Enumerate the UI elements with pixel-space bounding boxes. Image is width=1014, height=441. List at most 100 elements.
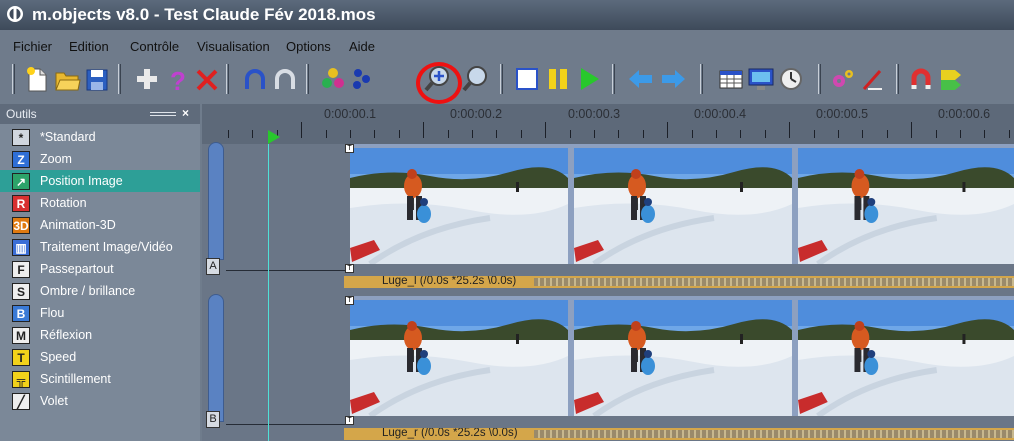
toolbar-grip[interactable]: [818, 64, 821, 94]
ruler-tick: [814, 130, 815, 138]
tool-item[interactable]: B Flou: [0, 302, 200, 324]
menu-aide[interactable]: Aide: [349, 39, 375, 54]
ruler-tick: [326, 130, 327, 138]
tool-item[interactable]: ▥ Traitement Image/Vidéo: [0, 236, 200, 258]
tool-icon: ╱: [12, 393, 30, 410]
toolbar-grip[interactable]: [700, 64, 703, 94]
tool-icon: ▥: [12, 239, 30, 256]
marker-icon[interactable]: [936, 63, 966, 95]
clock-icon[interactable]: [776, 63, 806, 95]
tool-item[interactable]: * *Standard: [0, 126, 200, 148]
tool-item[interactable]: ╱ Volet: [0, 390, 200, 412]
tools-panel-header[interactable]: Outils ×: [0, 104, 200, 124]
track-handle-b[interactable]: [208, 294, 224, 422]
toolbar-grip[interactable]: [118, 64, 121, 94]
menu-visualisation[interactable]: Visualisation: [197, 39, 270, 54]
zoom-out-icon[interactable]: [461, 63, 491, 95]
color-dots-icon[interactable]: [318, 63, 348, 95]
ruler-tick: [862, 130, 863, 138]
menu-fichier[interactable]: Fichier: [13, 39, 52, 54]
ruler-tick: [594, 130, 595, 138]
add-icon[interactable]: [132, 63, 162, 95]
toolbar-grip[interactable]: [612, 64, 615, 94]
toolbar-grip[interactable]: [896, 64, 899, 94]
app-logo-icon: [7, 6, 23, 22]
track-label-a[interactable]: A: [206, 258, 220, 275]
delete-icon[interactable]: [192, 63, 222, 95]
tool-label: Flou: [40, 306, 65, 320]
menu-edition[interactable]: Edition: [69, 39, 109, 54]
stop-icon[interactable]: [512, 63, 542, 95]
tool-item[interactable]: S Ombre / brillance: [0, 280, 200, 302]
tool-item[interactable]: M Réflexion: [0, 324, 200, 346]
monitor-icon[interactable]: [746, 63, 776, 95]
clip-bar-luge-r[interactable]: Luge_r (/0.0s *25.2s \0.0s): [344, 428, 1014, 440]
ruler-tick: [838, 130, 839, 138]
track-label-b[interactable]: B: [206, 411, 220, 428]
tool-item[interactable]: ╦ Scintillement: [0, 368, 200, 390]
menu-controle[interactable]: Contrôle: [130, 39, 179, 54]
play-icon[interactable]: [574, 63, 604, 95]
ruler-tick: [765, 130, 766, 138]
title-bar[interactable]: m.objects v8.0 - Test Claude Fév 2018.mo…: [0, 0, 1014, 30]
arrow-left-icon[interactable]: [626, 63, 656, 95]
menu-options[interactable]: Options: [286, 39, 331, 54]
clip-luge-r[interactable]: [350, 296, 1014, 416]
clip-thumbnail: [574, 148, 792, 264]
magnet-icon[interactable]: [906, 63, 936, 95]
ruler-tick: [643, 130, 644, 138]
clip-thumbnail: [350, 148, 568, 264]
ruler-label: 0:00:00.2: [450, 107, 503, 121]
blue-dots-icon[interactable]: [346, 63, 376, 95]
ruler-label: 0:00:00.5: [816, 107, 869, 121]
tool-item[interactable]: Z Zoom: [0, 148, 200, 170]
open-folder-icon[interactable]: [52, 63, 82, 95]
app-window: m.objects v8.0 - Test Claude Fév 2018.mo…: [0, 0, 1014, 441]
pause-icon[interactable]: [543, 63, 573, 95]
ruler-tick: [448, 130, 449, 138]
track-handle-a[interactable]: [208, 142, 224, 260]
playhead-marker[interactable]: [268, 130, 280, 144]
arrow-right-icon[interactable]: [658, 63, 688, 95]
ruler-label: 0:00:00.1: [324, 107, 377, 121]
new-file-icon[interactable]: [22, 63, 52, 95]
undo-icon[interactable]: [240, 63, 270, 95]
timeline[interactable]: 0:00:00.1 0:00:00.2 0:00:00.3 0:00:00.4 0:00…: [202, 104, 1014, 441]
clip-luge-l[interactable]: [350, 144, 1014, 264]
dock-handle-icon[interactable]: [150, 112, 176, 116]
tool-icon: Z: [12, 151, 30, 168]
playhead-line: [268, 144, 269, 441]
save-icon[interactable]: [82, 63, 112, 95]
table-icon[interactable]: [716, 63, 746, 95]
toolbar: ?: [0, 60, 1014, 100]
toolbar-grip[interactable]: [500, 64, 503, 94]
gears-icon[interactable]: [828, 63, 858, 95]
magic-wand-icon[interactable]: [858, 63, 888, 95]
time-ruler[interactable]: 0:00:00.1 0:00:00.2 0:00:00.3 0:00:00.4 0:00…: [202, 104, 1014, 144]
menu-bar: Fichier Edition Contrôle Visualisation O…: [0, 30, 1014, 60]
toolbar-grip[interactable]: [226, 64, 229, 94]
ruler-tick: [667, 122, 668, 138]
keyframe-handle[interactable]: T: [345, 416, 354, 425]
redo-icon[interactable]: [270, 63, 300, 95]
track-line-b: [226, 424, 352, 425]
tool-item[interactable]: T Speed: [0, 346, 200, 368]
tool-label: *Standard: [40, 130, 96, 144]
help-icon[interactable]: ?: [162, 63, 192, 95]
ruler-tick: [716, 130, 717, 138]
toolbar-grip[interactable]: [306, 64, 309, 94]
tool-item[interactable]: 3D Animation-3D: [0, 214, 200, 236]
clip-bar-luge-l[interactable]: Luge_l (/0.0s *25.2s \0.0s): [344, 276, 1014, 288]
tool-item[interactable]: ↗ Position Image: [0, 170, 200, 192]
tool-label: Rotation: [40, 196, 87, 210]
keyframe-handle[interactable]: T: [345, 264, 354, 273]
tool-item[interactable]: F Passepartout: [0, 258, 200, 280]
tool-item[interactable]: R Rotation: [0, 192, 200, 214]
ruler-label: 0:00:00.4: [694, 107, 747, 121]
toolbar-grip[interactable]: [12, 64, 15, 94]
keyframe-handle[interactable]: T: [345, 144, 354, 153]
track-line-a: [226, 270, 352, 271]
keyframe-handle[interactable]: T: [345, 296, 354, 305]
close-icon[interactable]: ×: [182, 106, 189, 120]
clip-title: Luge_l (/0.0s *25.2s \0.0s): [382, 276, 517, 287]
